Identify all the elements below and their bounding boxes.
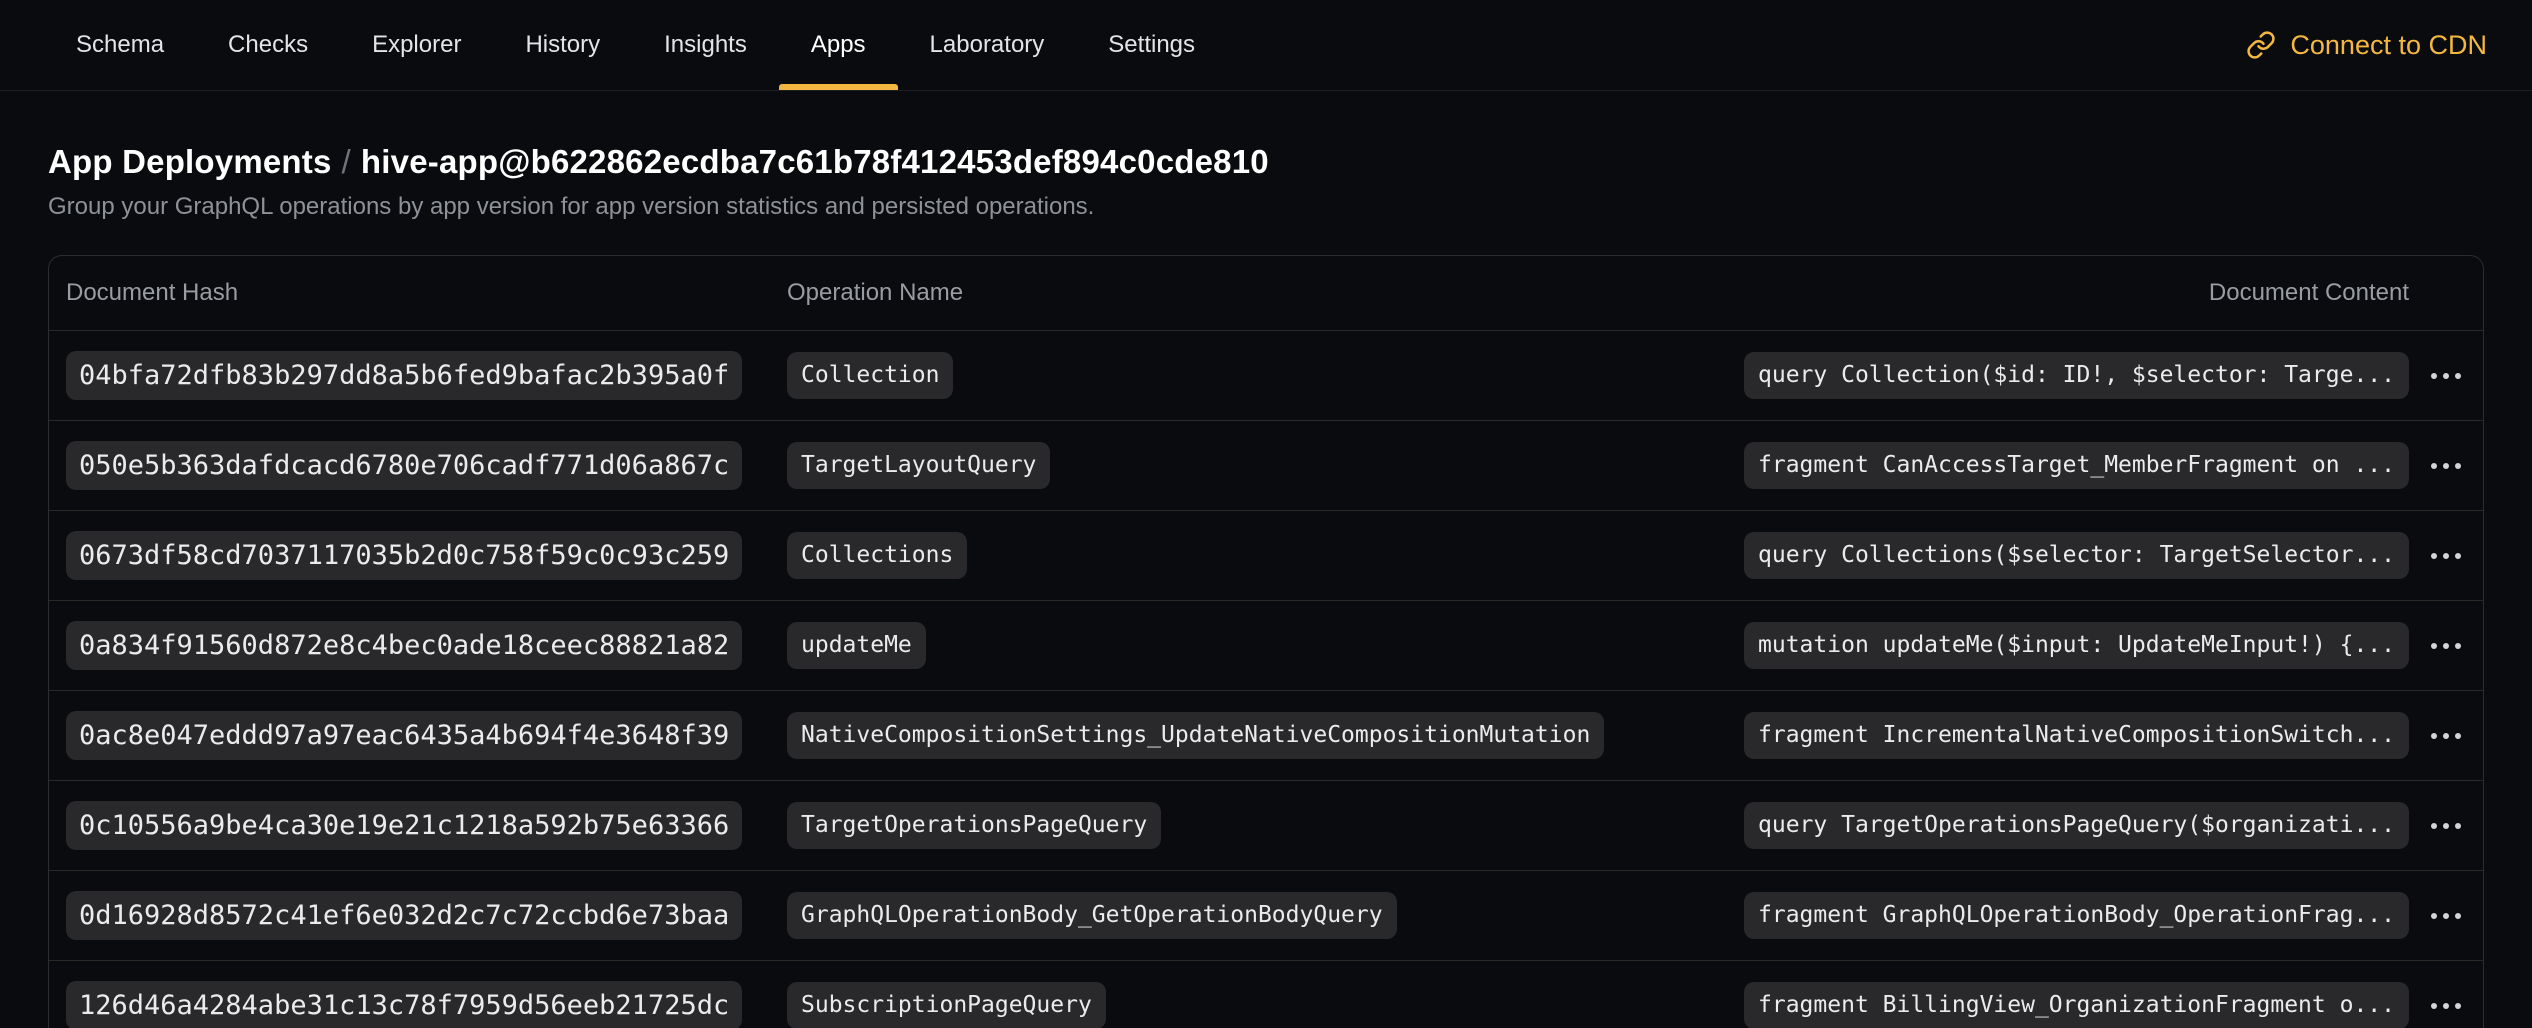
- table-row: 0d16928d8572c41ef6e032d2c7c72ccbd6e73baa…: [49, 870, 2483, 960]
- ellipsis-menu-icon: [2431, 913, 2437, 919]
- row-menu-button[interactable]: [2416, 622, 2476, 670]
- nav-tab-insights[interactable]: Insights: [632, 0, 779, 90]
- column-header-document-hash: Document Hash: [66, 279, 787, 307]
- document-hash-badge: 0a834f91560d872e8c4bec0ade18ceec88821a82: [66, 621, 742, 670]
- breadcrumb-root: App Deployments: [48, 143, 332, 180]
- row-menu-button[interactable]: [2416, 712, 2476, 760]
- table-row: 0c10556a9be4ca30e19e21c1218a592b75e63366…: [49, 780, 2483, 870]
- table-body: 04bfa72dfb83b297dd8a5b6fed9bafac2b395a0f…: [49, 330, 2483, 1028]
- nav-tab-history[interactable]: History: [493, 0, 632, 90]
- row-menu-button[interactable]: [2416, 442, 2476, 490]
- nav-tab-settings[interactable]: Settings: [1076, 0, 1227, 90]
- operation-name-badge: TargetOperationsPageQuery: [787, 802, 1161, 849]
- column-header-document-content: Document Content: [2209, 279, 2409, 307]
- ellipsis-menu-icon: [2431, 823, 2437, 829]
- page-title: App Deployments/hive-app@b622862ecdba7c6…: [48, 143, 2484, 181]
- row-menu-button[interactable]: [2416, 892, 2476, 940]
- breadcrumb-separator: /: [332, 143, 361, 180]
- operation-name-badge: Collection: [787, 352, 953, 399]
- table-row: 04bfa72dfb83b297dd8a5b6fed9bafac2b395a0f…: [49, 330, 2483, 420]
- nav-tabs: SchemaChecksExplorerHistoryInsightsAppsL…: [44, 0, 1227, 90]
- operation-name-badge: NativeCompositionSettings_UpdateNativeCo…: [787, 712, 1604, 759]
- document-hash-badge: 04bfa72dfb83b297dd8a5b6fed9bafac2b395a0f: [66, 351, 742, 400]
- ellipsis-menu-icon: [2431, 463, 2437, 469]
- document-content-badge: fragment IncrementalNativeCompositionSwi…: [1744, 712, 2409, 759]
- link-icon: [2246, 30, 2276, 60]
- table-header-row: Document Hash Operation Name Document Co…: [49, 256, 2483, 330]
- document-hash-badge: 0673df58cd7037117035b2d0c758f59c0c93c259: [66, 531, 742, 580]
- table-row: 126d46a4284abe31c13c78f7959d56eeb21725dc…: [49, 960, 2483, 1028]
- row-menu-button[interactable]: [2416, 982, 2476, 1028]
- document-hash-badge: 050e5b363dafdcacd6780e706cadf771d06a867c: [66, 441, 742, 490]
- page-subtitle: Group your GraphQL operations by app ver…: [48, 193, 2484, 221]
- operation-name-badge: updateMe: [787, 622, 926, 669]
- deployments-table: Document Hash Operation Name Document Co…: [48, 255, 2484, 1028]
- row-menu-button[interactable]: [2416, 802, 2476, 850]
- nav-tab-schema[interactable]: Schema: [44, 0, 196, 90]
- document-content-badge: fragment CanAccessTarget_MemberFragment …: [1744, 442, 2409, 489]
- document-content-badge: mutation updateMe($input: UpdateMeInput!…: [1744, 622, 2409, 669]
- ellipsis-menu-icon: [2431, 643, 2437, 649]
- document-content-badge: query Collection($id: ID!, $selector: Ta…: [1744, 352, 2409, 399]
- ellipsis-menu-icon: [2431, 733, 2437, 739]
- ellipsis-menu-icon: [2431, 1003, 2437, 1009]
- document-hash-badge: 0c10556a9be4ca30e19e21c1218a592b75e63366: [66, 801, 742, 850]
- nav-tab-apps[interactable]: Apps: [779, 0, 898, 90]
- nav-tab-explorer[interactable]: Explorer: [340, 0, 493, 90]
- nav-tab-checks[interactable]: Checks: [196, 0, 340, 90]
- document-hash-badge: 126d46a4284abe31c13c78f7959d56eeb21725dc: [66, 981, 742, 1028]
- row-menu-button[interactable]: [2416, 532, 2476, 580]
- row-menu-button[interactable]: [2416, 352, 2476, 400]
- operation-name-badge: GraphQLOperationBody_GetOperationBodyQue…: [787, 892, 1397, 939]
- document-content-badge: fragment BillingView_OrganizationFragmen…: [1744, 982, 2409, 1028]
- operation-name-badge: Collections: [787, 532, 967, 579]
- nav-tab-laboratory[interactable]: Laboratory: [898, 0, 1077, 90]
- connect-to-cdn-label: Connect to CDN: [2290, 30, 2487, 61]
- breadcrumb-app-id: hive-app@b622862ecdba7c61b78f412453def89…: [361, 143, 1269, 180]
- top-nav: SchemaChecksExplorerHistoryInsightsAppsL…: [0, 0, 2532, 91]
- operation-name-badge: TargetLayoutQuery: [787, 442, 1050, 489]
- document-hash-badge: 0d16928d8572c41ef6e032d2c7c72ccbd6e73baa: [66, 891, 742, 940]
- main-content: App Deployments/hive-app@b622862ecdba7c6…: [0, 143, 2532, 1028]
- table-row: 0a834f91560d872e8c4bec0ade18ceec88821a82…: [49, 600, 2483, 690]
- ellipsis-menu-icon: [2431, 553, 2437, 559]
- ellipsis-menu-icon: [2431, 373, 2437, 379]
- document-content-badge: query Collections($selector: TargetSelec…: [1744, 532, 2409, 579]
- document-hash-badge: 0ac8e047eddd97a97eac6435a4b694f4e3648f39: [66, 711, 742, 760]
- operation-name-badge: SubscriptionPageQuery: [787, 982, 1106, 1028]
- table-row: 0673df58cd7037117035b2d0c758f59c0c93c259…: [49, 510, 2483, 600]
- document-content-badge: query TargetOperationsPageQuery($organiz…: [1744, 802, 2409, 849]
- document-content-badge: fragment GraphQLOperationBody_OperationF…: [1744, 892, 2409, 939]
- connect-to-cdn-button[interactable]: Connect to CDN: [2246, 0, 2487, 90]
- table-row: 0ac8e047eddd97a97eac6435a4b694f4e3648f39…: [49, 690, 2483, 780]
- table-row: 050e5b363dafdcacd6780e706cadf771d06a867c…: [49, 420, 2483, 510]
- column-header-operation-name: Operation Name: [787, 279, 2209, 307]
